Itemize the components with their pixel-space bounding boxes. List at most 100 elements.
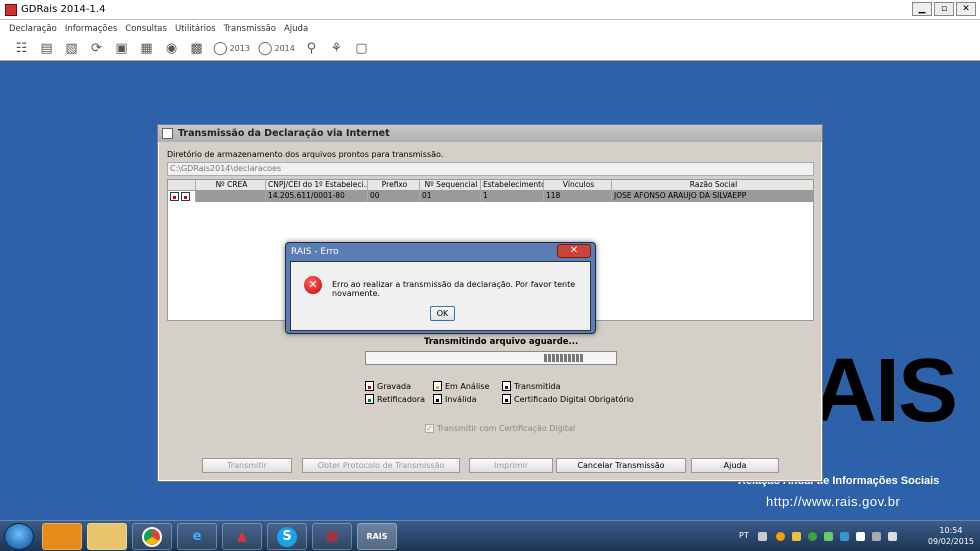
declaration-file-icon — [170, 191, 179, 201]
legend: Gravada Em Análise Transmitida Retificad… — [365, 381, 645, 411]
cert-checkbox-label: Transmitir com Certificação Digital — [437, 424, 576, 433]
error-icon: ✕ — [304, 276, 322, 294]
clock[interactable]: 10:54 09/02/2015 — [928, 525, 974, 547]
exit-icon[interactable]: ▢ — [353, 40, 370, 57]
transmit-icon[interactable]: ⚘ — [328, 40, 345, 57]
app-title: GDRais 2014-1.4 — [21, 4, 106, 15]
error-dialog-title: RAIS - Erro — [291, 247, 339, 257]
menu-consultas[interactable]: Consultas — [125, 24, 167, 34]
column-header[interactable]: Nº Sequencial — [420, 180, 481, 191]
antivirus-icon[interactable] — [808, 532, 817, 541]
menu-utilitarios[interactable]: Utilitários — [175, 24, 216, 34]
column-header[interactable]: CNPJ/CEI do 1º Estabeleci... — [266, 180, 368, 191]
refresh-icon[interactable]: ⟳ — [88, 40, 105, 57]
search-icon[interactable]: ⚲ — [303, 40, 320, 57]
save-icon[interactable]: ▣ — [113, 40, 130, 57]
folder-icon[interactable] — [792, 532, 801, 541]
table-cell: 1 — [481, 191, 544, 202]
legend-invalida: Inválida — [433, 394, 477, 404]
dialog-title-bar: Transmissão da Declaração via Internet — [158, 125, 822, 142]
ie-icon[interactable]: e — [177, 523, 217, 550]
directory-label: Diretório de armazenamento dos arquivos … — [167, 150, 444, 159]
menu-transmissao[interactable]: Transmissão — [224, 24, 276, 34]
error-dialog-body: ✕ Erro ao realizar a transmissão da decl… — [290, 261, 591, 331]
error-close-button[interactable]: ✕ — [557, 244, 591, 258]
dialog-icon — [162, 128, 173, 139]
chat-icon[interactable]: ◉ — [163, 40, 180, 57]
cert-checkbox-row: ✓ Transmitir com Certificação Digital — [425, 424, 575, 433]
transmission-status: Transmitindo arquivo aguarde... — [424, 337, 579, 347]
rais-url: http://www.rais.gov.br — [766, 494, 901, 509]
display-icon[interactable] — [872, 532, 881, 541]
menu-bar: Declaração Informações Consultas Utilitá… — [0, 20, 980, 37]
app2-icon[interactable]: ▦ — [312, 523, 352, 550]
chrome-icon[interactable] — [132, 523, 172, 550]
maximize-button[interactable]: ▫ — [934, 2, 954, 16]
legend-transmitida: Transmitida — [502, 381, 561, 391]
title-bar: GDRais 2014-1.4 ▁ ▫ ✕ — [0, 0, 980, 20]
protocol-button[interactable]: Obter Protocolo de Transmissão — [302, 458, 460, 473]
table-header: Nº CREA CNPJ/CEI do 1º Estabeleci... Pre… — [168, 180, 813, 191]
status-invalida-icon — [433, 394, 442, 404]
open-2014-button[interactable]: ◯ 2014 — [258, 40, 295, 57]
open-folder-icon[interactable]: ▤ — [38, 40, 55, 57]
directory-input[interactable]: C:\GDRais2014\declaracoes — [167, 162, 814, 176]
rais-logo: AIS — [812, 341, 958, 441]
status-transmitida-icon — [502, 381, 511, 391]
ok-button[interactable]: OK — [430, 306, 455, 321]
help-button[interactable]: Ajuda — [691, 458, 779, 473]
network-icon[interactable] — [840, 532, 849, 541]
menu-informacoes[interactable]: Informações — [65, 24, 117, 34]
declaration-file-icon — [181, 191, 190, 201]
column-header[interactable]: Prefixo — [368, 180, 420, 191]
toolbar: ☷ ▤ ▧ ⟳ ▣ ▦ ◉ ▩ ◯ 2013 ◯ 2014 ⚲ ⚘ ▢ — [0, 37, 980, 61]
app-icon — [5, 3, 17, 16]
menu-ajuda[interactable]: Ajuda — [284, 24, 308, 34]
column-header[interactable]: Nº CREA — [196, 180, 266, 191]
volume-icon[interactable] — [888, 532, 897, 541]
dialog-title: Transmissão da Declaração via Internet — [178, 128, 390, 139]
progress-fill — [544, 354, 584, 362]
close-button[interactable]: ✕ — [956, 2, 976, 16]
column-header[interactable]: Razão Social — [612, 180, 813, 191]
rais-icon[interactable]: RAIS — [357, 523, 397, 550]
flag-icon[interactable] — [856, 532, 865, 541]
print-icon[interactable]: ▩ — [188, 40, 205, 57]
table-row[interactable]: 14.205.611/0001-80 00 01 1 118 JOSE AFON… — [168, 191, 813, 202]
delete-icon[interactable]: ▧ — [63, 40, 80, 57]
table-cell: 14.205.611/0001-80 — [266, 191, 368, 202]
legend-retificadora: Retificadora — [365, 394, 425, 404]
legend-gravada: Gravada — [365, 381, 411, 391]
app-icon[interactable]: ▲ — [222, 523, 262, 550]
language-indicator[interactable]: PT — [739, 531, 749, 540]
table-cell: JOSE AFONSO ARAUJO DA SILVAEPP — [614, 191, 747, 200]
transmit-button[interactable]: Transmitir — [202, 458, 292, 473]
table-cell: 118 — [544, 191, 612, 202]
error-dialog: RAIS - Erro ✕ ✕ Erro ao realizar a trans… — [285, 242, 596, 334]
skype-icon[interactable]: S — [267, 523, 307, 550]
error-message: Erro ao realizar a transmissão da declar… — [332, 280, 576, 298]
outlook-icon[interactable] — [42, 523, 82, 550]
column-header — [168, 180, 196, 191]
table-cell: 00 — [368, 191, 420, 202]
start-button[interactable] — [4, 523, 34, 550]
status-gravada-icon — [365, 381, 374, 391]
menu-declaracao[interactable]: Declaração — [9, 24, 57, 34]
taskbar: e ▲ S ▦ RAIS PT 10:54 09/02/2015 — [0, 520, 980, 551]
explorer-icon[interactable] — [87, 523, 127, 550]
update-icon[interactable] — [824, 532, 833, 541]
cert-checkbox[interactable]: ✓ — [425, 424, 434, 433]
column-header[interactable]: Vínculos — [544, 180, 612, 191]
cancel-transmission-button[interactable]: Cancelar Transmissão — [556, 458, 686, 473]
keyboard-icon[interactable] — [758, 532, 767, 541]
open-2013-button[interactable]: ◯ 2013 — [213, 40, 250, 57]
lock-icon: ◯ — [257, 41, 273, 56]
print-button[interactable]: Imprimir — [469, 458, 553, 473]
establishments-icon[interactable]: ▦ — [138, 40, 155, 57]
minimize-button[interactable]: ▁ — [912, 2, 932, 16]
notification-icon[interactable] — [776, 532, 785, 541]
new-declaration-icon[interactable]: ☷ — [13, 40, 30, 57]
clock-time: 10:54 — [939, 526, 963, 535]
table-cell — [196, 191, 266, 202]
column-header[interactable]: Estabelecimentos — [481, 180, 544, 191]
